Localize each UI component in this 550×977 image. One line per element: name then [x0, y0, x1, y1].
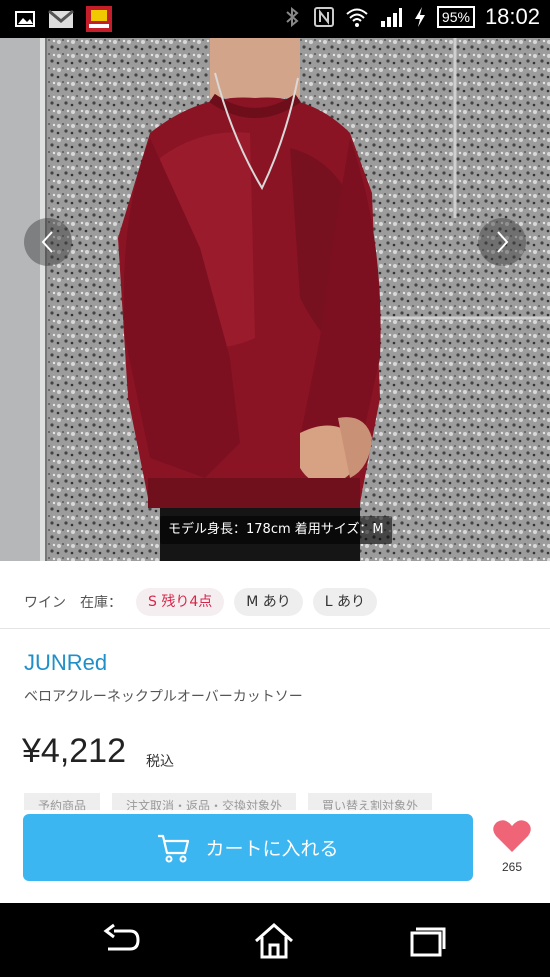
bluetooth-icon [286, 6, 299, 28]
wifi-icon [346, 8, 368, 27]
chevron-right-icon [497, 231, 509, 253]
product-name: ベロアクルーネックプルオーバーカットソー [24, 689, 303, 705]
product-image-carousel[interactable]: モデル身長：178cm 着用サイズ：M [0, 38, 550, 561]
color-label: ワイン [24, 594, 66, 611]
tax-note: 税込 [146, 754, 174, 770]
stock-label: 在庫： [80, 594, 122, 611]
add-to-cart-label: カートに入れる [205, 838, 339, 860]
carousel-next-button[interactable] [478, 218, 526, 266]
back-icon[interactable] [100, 921, 144, 961]
carousel-prev-button[interactable] [24, 218, 72, 266]
status-time: 18:02 [484, 4, 540, 29]
size-chip-l[interactable]: L あり [312, 587, 378, 616]
size-chip-s[interactable]: S 残り4点 [136, 587, 225, 616]
status-bar: 95% 18:02 [0, 0, 550, 38]
brand-link[interactable]: JUNRed [24, 650, 107, 676]
system-nav-bar [0, 903, 550, 977]
favorite-count: 265 [501, 860, 523, 874]
gmail-icon [48, 9, 74, 28]
charging-icon [414, 7, 425, 27]
app-notification-icon [86, 6, 112, 32]
home-icon[interactable] [252, 921, 296, 961]
size-chip-m[interactable]: M あり [234, 587, 303, 616]
product-photo [0, 38, 550, 561]
model-size-caption: モデル身長：178cm 着用サイズ：M [160, 516, 392, 544]
chevron-left-icon [41, 231, 53, 253]
variant-stock-row: ワイン 在庫： S 残り4点 M あり L あり [0, 575, 550, 629]
nfc-icon [313, 7, 334, 27]
image-icon [15, 11, 35, 27]
battery-level: 95% [436, 6, 475, 28]
add-to-cart-button[interactable]: カートに入れる [23, 814, 473, 881]
cart-bar: カートに入れる 265 [0, 810, 550, 903]
battery-indicator: 95% [436, 6, 475, 28]
product-price: ¥4,212 [22, 732, 126, 770]
favorite-button[interactable]: 265 [490, 818, 534, 874]
cart-icon [158, 834, 190, 862]
heart-icon [493, 820, 531, 852]
signal-icon [380, 8, 402, 27]
recent-apps-icon[interactable] [404, 921, 448, 961]
